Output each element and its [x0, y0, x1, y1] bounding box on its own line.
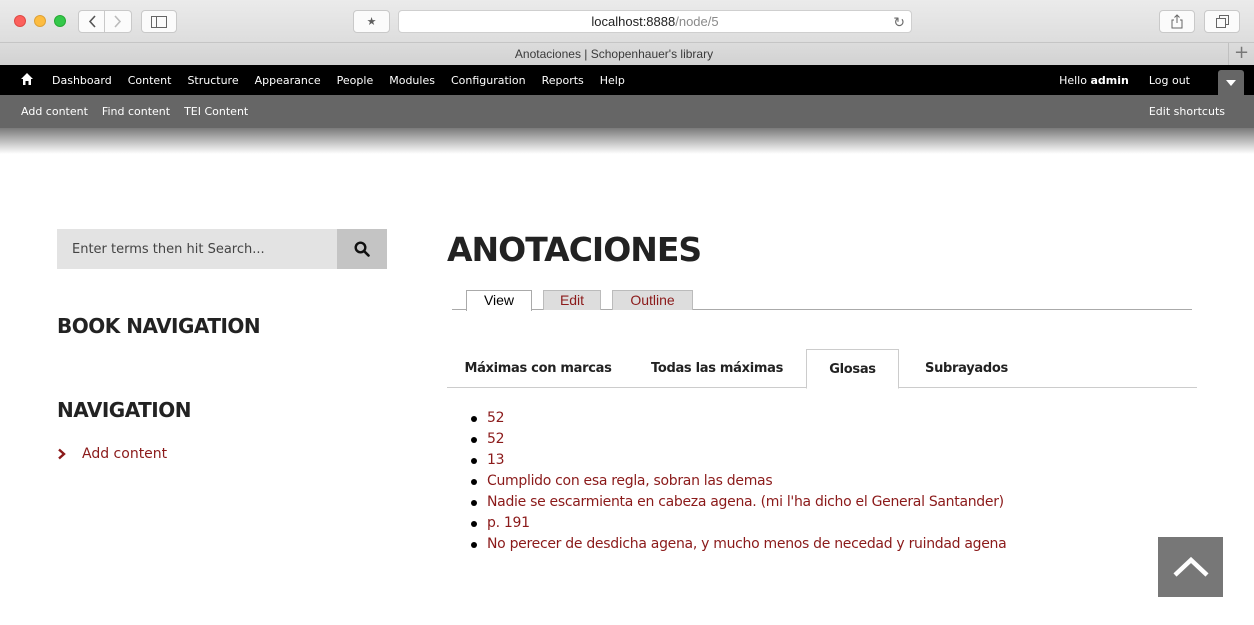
menu-structure[interactable]: Structure: [179, 74, 246, 87]
tab-glosas[interactable]: Glosas: [806, 349, 899, 389]
search-button[interactable]: [337, 229, 387, 269]
tab-edit[interactable]: Edit: [543, 290, 601, 310]
chevron-up-icon: [1172, 556, 1209, 577]
book-navigation-title: BOOK NAVIGATION: [57, 314, 261, 338]
annotation-tabs: Máximas con marcas Todas las máximas Glo…: [447, 349, 1197, 389]
home-icon[interactable]: [20, 72, 34, 86]
browser-chrome: ★ localhost:8888/node/5 ↻ Anotaciones | …: [0, 0, 1254, 65]
annotation-link[interactable]: 52: [487, 431, 505, 447]
annotation-link[interactable]: Cumplido con esa regla, sobran las demas: [487, 473, 773, 489]
reload-icon[interactable]: ↻: [893, 14, 905, 31]
menu-help[interactable]: Help: [592, 74, 633, 87]
menu-content[interactable]: Content: [120, 74, 180, 87]
list-item: Cumplido con esa regla, sobran las demas: [470, 471, 1006, 492]
greeting-prefix: Hello: [1059, 73, 1087, 87]
address-bar[interactable]: localhost:8888/node/5 ↻: [398, 10, 912, 33]
star-icon: ★: [366, 15, 377, 28]
menu-configuration[interactable]: Configuration: [443, 74, 534, 87]
search-form: [57, 229, 387, 269]
tab-title[interactable]: Anotaciones | Schopenhauer's library: [0, 47, 1228, 61]
menu-dashboard[interactable]: Dashboard: [44, 74, 120, 87]
zoom-window-button[interactable]: [54, 15, 66, 27]
bookmarks-button[interactable]: ★: [353, 10, 390, 33]
navigation-title: NAVIGATION: [57, 398, 191, 422]
url-path: /node/5: [675, 14, 719, 29]
new-tab-button[interactable]: +: [1228, 43, 1254, 65]
share-icon: [1171, 14, 1183, 29]
shortcut-find-content[interactable]: Find content: [95, 105, 177, 118]
tab-view[interactable]: View: [466, 290, 532, 311]
toolbar-shadow: [0, 128, 1254, 154]
tab-maximas-con-marcas[interactable]: Máximas con marcas: [457, 349, 619, 388]
shortcuts-bar: Add content Find content TEI Content Edi…: [0, 95, 1254, 128]
tab-todas-las-maximas[interactable]: Todas las máximas: [642, 349, 792, 388]
user-area: Hello admin Log out: [1049, 65, 1194, 95]
annotation-list: 52 52 13 Cumplido con esa regla, sobran …: [470, 408, 1007, 555]
menu-modules[interactable]: Modules: [381, 74, 443, 87]
admin-toolbar: Dashboard Content Structure Appearance P…: [0, 65, 1254, 95]
list-item: 52: [470, 429, 1006, 450]
shortcuts-toggle-button[interactable]: [1218, 70, 1244, 95]
annotation-link[interactable]: Nadie se escarmienta en cabeza agena. (m…: [487, 494, 1004, 510]
forward-button[interactable]: [105, 10, 132, 33]
chevron-left-icon: [88, 15, 96, 28]
menu-appearance[interactable]: Appearance: [247, 74, 329, 87]
show-tabs-button[interactable]: [1204, 10, 1240, 33]
annotation-link[interactable]: 13: [487, 452, 505, 468]
edit-shortcuts-link[interactable]: Edit shortcuts: [1142, 105, 1232, 118]
tab-outline[interactable]: Outline: [612, 290, 693, 310]
list-item: No perecer de desdicha agena, y mucho me…: [470, 534, 1007, 555]
sidebar-icon: [151, 15, 167, 28]
menu-people[interactable]: People: [329, 74, 382, 87]
shortcut-add-content[interactable]: Add content: [14, 105, 95, 118]
page-title: ANOTACIONES: [447, 230, 702, 269]
search-icon: [354, 241, 370, 257]
url-host: localhost:8888: [591, 14, 676, 29]
user-greeting: Hello admin: [1049, 74, 1139, 87]
admin-menu: Dashboard Content Structure Appearance P…: [44, 65, 633, 95]
primary-tabs: View Edit Outline: [452, 290, 1192, 311]
back-button[interactable]: [78, 10, 105, 33]
add-content-link[interactable]: Add content: [82, 446, 167, 462]
list-item: 52: [470, 408, 1006, 429]
chevron-right-icon: [114, 15, 122, 28]
search-input[interactable]: [57, 229, 337, 269]
sidebar-item-add-content[interactable]: Add content: [57, 446, 167, 462]
list-item: 13: [470, 450, 1006, 471]
annotation-link[interactable]: No perecer de desdicha agena, y mucho me…: [487, 536, 1007, 552]
chevron-right-icon: [58, 448, 66, 460]
close-window-button[interactable]: [14, 15, 26, 27]
tabs-icon: [1215, 15, 1229, 28]
annotation-link[interactable]: 52: [487, 410, 505, 426]
list-item: p. 191: [470, 513, 1006, 534]
username[interactable]: admin: [1090, 74, 1128, 87]
back-to-top-button[interactable]: [1158, 537, 1223, 597]
tab-subrayados[interactable]: Subrayados: [914, 349, 1019, 388]
shortcuts-list: Add content Find content TEI Content: [14, 95, 255, 128]
share-button[interactable]: [1159, 10, 1195, 33]
logout-link[interactable]: Log out: [1139, 74, 1194, 87]
sidebar-toggle-button[interactable]: [141, 10, 177, 33]
annotation-link[interactable]: p. 191: [487, 515, 530, 531]
menu-reports[interactable]: Reports: [534, 74, 592, 87]
shortcut-tei-content[interactable]: TEI Content: [177, 105, 255, 118]
list-item: Nadie se escarmienta en cabeza agena. (m…: [470, 492, 1006, 513]
minimize-window-button[interactable]: [34, 15, 46, 27]
tab-bar: Anotaciones | Schopenhauer's library +: [0, 42, 1254, 65]
